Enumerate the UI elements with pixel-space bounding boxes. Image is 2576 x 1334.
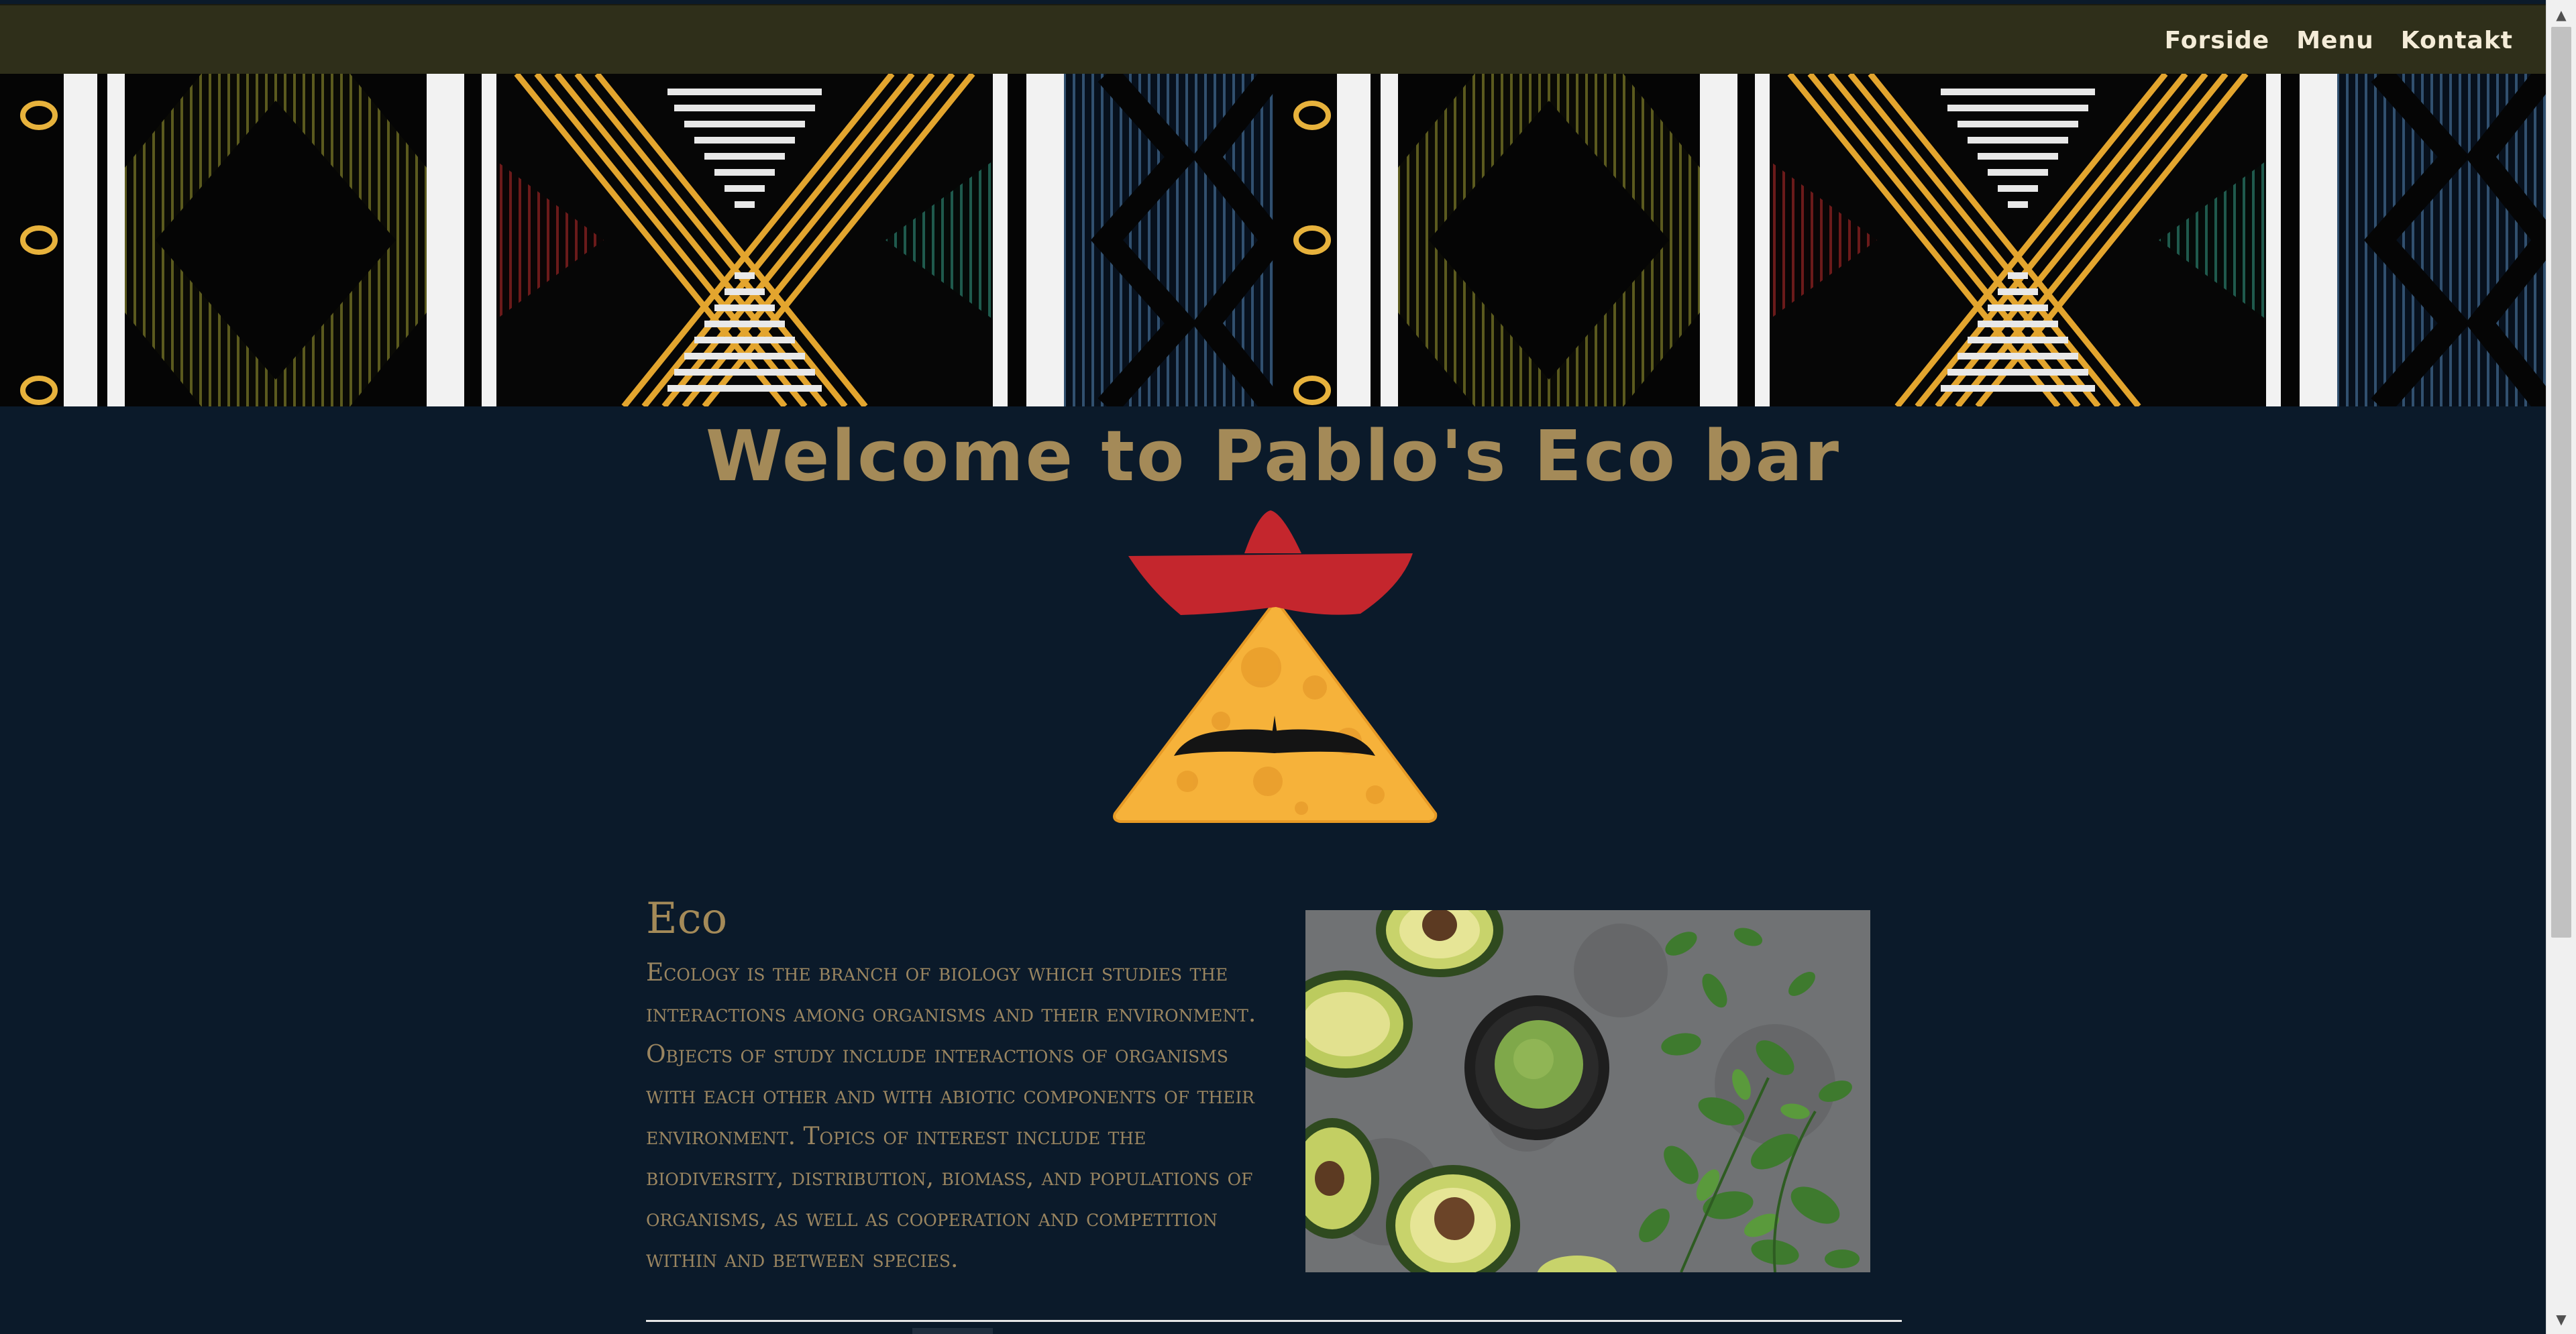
avocado-matcha-photo xyxy=(1305,910,1870,1272)
scroll-down-arrow-icon[interactable]: ▼ xyxy=(2546,1307,2576,1331)
page-title: Welcome to Pablo's Eco bar xyxy=(705,415,1841,497)
nacho-mascot-icon xyxy=(1113,510,1438,823)
scrollbar-thumb[interactable] xyxy=(2551,27,2571,938)
vertical-scrollbar[interactable]: ▲ ▼ xyxy=(2546,0,2576,1334)
top-navigation-bar: Forside Menu Kontakt xyxy=(0,4,2546,75)
nav-link-menu[interactable]: Menu xyxy=(2296,27,2374,54)
scroll-up-arrow-icon[interactable]: ▲ xyxy=(2546,3,2576,27)
eco-section: Eco Ecology is the branch of biology whi… xyxy=(646,892,1283,1280)
food-photo-image xyxy=(1305,910,1870,1272)
main-nav: Forside Menu Kontakt xyxy=(2165,5,2513,75)
tribal-pattern-image xyxy=(0,74,2546,406)
eco-heading: Eco xyxy=(646,894,728,944)
nacho-mascot-logo xyxy=(1107,506,1442,828)
eco-description: Ecology is the branch of biology which s… xyxy=(646,959,1256,1273)
nav-link-kontakt[interactable]: Kontakt xyxy=(2401,27,2513,54)
section-divider xyxy=(646,1320,1902,1322)
divider-tab xyxy=(912,1328,993,1334)
nav-link-forside[interactable]: Forside xyxy=(2165,27,2270,54)
hero-pattern-banner xyxy=(0,74,2546,406)
